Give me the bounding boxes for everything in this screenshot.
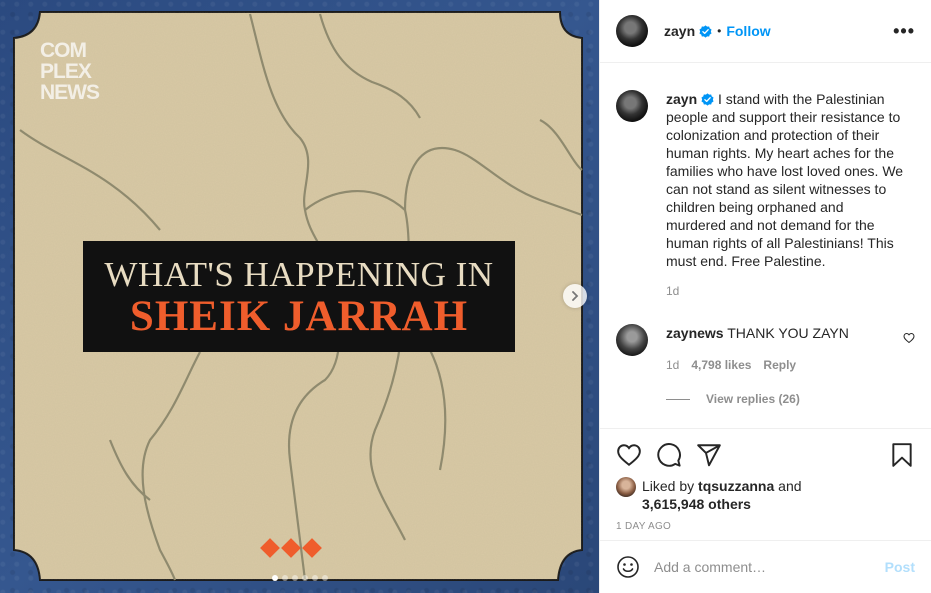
comment-likes[interactable]: 4,798 likes [691, 356, 751, 374]
follow-button[interactable]: Follow [726, 23, 770, 39]
carousel-dot [272, 575, 278, 581]
carousel-dot [302, 575, 308, 581]
carousel-dot [292, 575, 298, 581]
bookmark-icon[interactable] [889, 442, 915, 468]
diamond-ornament [260, 538, 322, 558]
view-replies-button[interactable]: View replies (26) [666, 392, 915, 406]
diamond-shape [302, 538, 322, 558]
brand-line-3: NEWS [40, 81, 100, 104]
emoji-icon[interactable] [616, 555, 640, 579]
diamond-shape [281, 538, 301, 558]
caption-username[interactable]: zayn [666, 91, 697, 107]
caption: zayn I stand with the Palestinian people… [616, 90, 915, 300]
comment-meta: 1d 4,798 likes Reply [666, 356, 886, 374]
liked-by-others[interactable]: 3,615,948 others [642, 496, 751, 512]
liked-by-and: and [778, 478, 802, 494]
post-side-panel: zayn • Follow ••• zayn I stand with the … [599, 0, 931, 593]
action-icons [616, 430, 915, 480]
brand-logo: COM PLEX NEWS [40, 40, 100, 103]
liked-by-user[interactable]: tqsuzzanna [698, 478, 774, 494]
liked-by: Liked by tqsuzzanna and 3,615,948 others [616, 477, 915, 513]
comments-section[interactable]: zayn I stand with the Palestinian people… [600, 64, 931, 428]
liker-avatar[interactable] [616, 477, 636, 497]
carousel-dot [322, 575, 328, 581]
verified-icon [699, 24, 712, 38]
post-media[interactable]: COM PLEX NEWS WHAT'S HAPPENING IN SHEIK … [0, 0, 599, 593]
verified-icon [701, 93, 714, 106]
post-actions: Liked by tqsuzzanna and 3,615,948 others… [600, 428, 931, 540]
brand-line-2: PLEX [40, 60, 92, 83]
headline-banner: WHAT'S HAPPENING IN SHEIK JARRAH [83, 241, 515, 352]
diamond-shape [260, 538, 280, 558]
heart-icon[interactable] [903, 332, 915, 344]
caption-time[interactable]: 1d [666, 282, 906, 300]
liked-by-prefix: Liked by [642, 478, 695, 494]
carousel-dot [312, 575, 318, 581]
comment-body: zaynews THANK YOU ZAYN 1d 4,798 likes Re… [666, 324, 886, 374]
header-username[interactable]: zayn [664, 23, 695, 39]
headline-top: WHAT'S HAPPENING IN [104, 255, 494, 294]
post-comment-button[interactable]: Post [885, 559, 915, 575]
view-replies-line [666, 398, 690, 400]
brand-line-1: COM [40, 39, 87, 62]
comment-input[interactable] [654, 559, 885, 575]
heart-icon[interactable] [616, 442, 642, 468]
post-date[interactable]: 1 DAY AGO [616, 521, 915, 532]
carousel-dot [282, 575, 288, 581]
headline-bottom: SHEIK JARRAH [129, 293, 469, 340]
comment-icon[interactable] [656, 442, 682, 468]
view-replies-label: View replies (26) [706, 392, 800, 406]
more-options-button[interactable]: ••• [893, 21, 915, 42]
comment-time[interactable]: 1d [666, 356, 679, 374]
caption-text: I stand with the Palestinian people and … [666, 91, 904, 269]
header-user: zayn • Follow [664, 23, 771, 39]
liked-by-text: Liked by tqsuzzanna and 3,615,948 others [642, 477, 802, 513]
header-separator: • [717, 24, 722, 38]
comment-item: zaynews THANK YOU ZAYN 1d 4,798 likes Re… [616, 324, 915, 374]
comment-text: THANK YOU ZAYN [727, 325, 849, 341]
comment-avatar[interactable] [616, 324, 648, 356]
chevron-right-icon [572, 291, 579, 301]
comment-reply-button[interactable]: Reply [763, 356, 796, 374]
carousel-next-button[interactable] [563, 284, 587, 308]
comment-username[interactable]: zaynews [666, 325, 724, 341]
caption-body: zayn I stand with the Palestinian people… [666, 90, 906, 300]
caption-avatar[interactable] [616, 90, 648, 122]
add-comment-bar: Post [600, 540, 931, 593]
carousel-dots [272, 575, 328, 581]
author-avatar[interactable] [616, 15, 648, 47]
share-icon[interactable] [696, 442, 722, 468]
post-header: zayn • Follow ••• [600, 0, 931, 63]
